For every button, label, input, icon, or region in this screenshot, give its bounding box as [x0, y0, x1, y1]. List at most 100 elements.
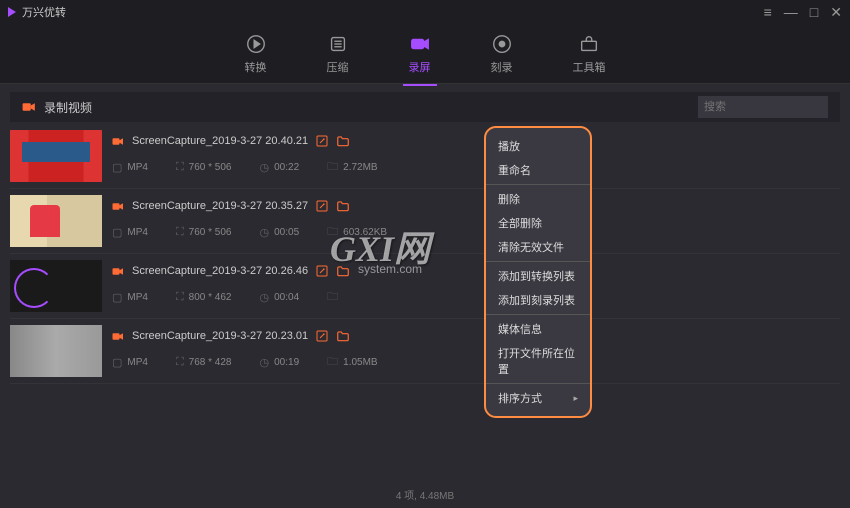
list-item[interactable]: ScreenCapture_2019-3-27 20.26.46 ▢MP4 ⛶8… [10, 254, 840, 319]
list-item[interactable]: ScreenCapture_2019-3-27 20.35.27 ▢MP4 ⛶7… [10, 189, 840, 254]
file-duration: 00:04 [274, 292, 299, 303]
ctx-open-location[interactable]: 打开文件所在位置 [486, 341, 590, 381]
resolution-icon: ⛶ [176, 291, 184, 304]
thumbnail [10, 195, 102, 247]
camera-icon [22, 102, 36, 112]
thumbnail [10, 260, 102, 312]
list-item[interactable]: ScreenCapture_2019-3-27 20.23.01 ▢MP4 ⛶7… [10, 319, 840, 384]
camera-icon [112, 202, 124, 211]
clock-icon: ◷ [260, 356, 270, 369]
maximize-button[interactable]: □ [810, 5, 818, 19]
file-resolution: 760 * 506 [189, 162, 232, 173]
ctx-separator [486, 383, 590, 384]
format-icon: ▢ [112, 291, 122, 304]
size-icon: 🗀 [327, 353, 338, 372]
file-name: ScreenCapture_2019-3-27 20.35.27 [132, 200, 308, 212]
app-logo-icon [8, 7, 16, 17]
thumbnail [10, 130, 102, 182]
ctx-add-burn[interactable]: 添加到刻录列表 [486, 288, 590, 312]
file-resolution: 768 * 428 [189, 357, 232, 368]
format-icon: ▢ [112, 226, 122, 239]
file-duration: 00:19 [274, 357, 299, 368]
minimize-button[interactable]: — [784, 5, 798, 19]
row-body: ScreenCapture_2019-3-27 20.26.46 ▢MP4 ⛶8… [112, 260, 840, 312]
ctx-delete[interactable]: 删除 [486, 187, 590, 211]
file-size: 2.72MB [343, 162, 377, 173]
nav-convert-label: 转换 [245, 59, 267, 75]
folder-icon[interactable] [336, 330, 350, 342]
subbar: 录制视频 [10, 92, 840, 122]
file-name: ScreenCapture_2019-3-27 20.26.46 [132, 265, 308, 277]
edit-icon[interactable] [316, 200, 328, 212]
nav-record[interactable]: 录屏 [409, 33, 431, 75]
folder-icon[interactable] [336, 135, 350, 147]
titlebar-left: 万兴优转 [8, 4, 66, 20]
thumbnail [10, 325, 102, 377]
compress-icon [327, 33, 349, 55]
ctx-rename[interactable]: 重命名 [486, 158, 590, 182]
nav-compress-label: 压缩 [327, 59, 349, 75]
subbar-title: 录制视频 [44, 99, 92, 116]
close-button[interactable]: ✕ [830, 5, 842, 19]
resolution-icon: ⛶ [176, 161, 184, 174]
size-icon: 🗀 [327, 223, 338, 242]
burn-icon [491, 33, 513, 55]
row-body: ScreenCapture_2019-3-27 20.35.27 ▢MP4 ⛶7… [112, 195, 840, 247]
format-icon: ▢ [112, 356, 122, 369]
list-item[interactable]: ScreenCapture_2019-3-27 20.40.21 ▢ MP4 ⛶ 7… [10, 124, 840, 189]
edit-icon[interactable] [316, 265, 328, 277]
ctx-separator [486, 261, 590, 262]
toolbox-icon [578, 33, 600, 55]
nav-toolbox-label: 工具箱 [573, 59, 606, 75]
camera-icon [112, 332, 124, 341]
nav-burn-label: 刻录 [491, 59, 513, 75]
folder-icon[interactable] [336, 200, 350, 212]
nav-burn[interactable]: 刻录 [491, 33, 513, 75]
nav-compress[interactable]: 压缩 [327, 33, 349, 75]
folder-icon[interactable] [336, 265, 350, 277]
edit-icon[interactable] [316, 135, 328, 147]
nav-record-label: 录屏 [409, 59, 431, 75]
menu-icon[interactable]: ≡ [764, 5, 772, 19]
search-input[interactable] [698, 96, 828, 118]
ctx-separator [486, 184, 590, 185]
ctx-add-convert[interactable]: 添加到转换列表 [486, 264, 590, 288]
chevron-right-icon: ▸ [573, 393, 578, 404]
ctx-sort[interactable]: 排序方式▸ [486, 386, 590, 410]
file-duration: 00:05 [274, 227, 299, 238]
format-icon: ▢ [112, 161, 122, 174]
app-title: 万兴优转 [22, 4, 66, 20]
nav-convert[interactable]: 转换 [245, 33, 267, 75]
footer-summary: 4 项, 4.48MB [0, 487, 850, 502]
file-name: ScreenCapture_2019-3-27 20.40.21 [132, 135, 308, 147]
camera-icon [112, 267, 124, 276]
edit-icon[interactable] [316, 330, 328, 342]
file-format: MP4 [127, 162, 148, 173]
file-resolution: 800 * 462 [189, 292, 232, 303]
row-body: ScreenCapture_2019-3-27 20.40.21 ▢ MP4 ⛶ 7… [112, 130, 840, 182]
ctx-media-info[interactable]: 媒体信息 [486, 317, 590, 341]
recording-list: ScreenCapture_2019-3-27 20.40.21 ▢ MP4 ⛶ 7… [10, 124, 840, 384]
ctx-delete-all[interactable]: 全部删除 [486, 211, 590, 235]
convert-icon [245, 33, 267, 55]
ctx-play[interactable]: 播放 [486, 134, 590, 158]
row-body: ScreenCapture_2019-3-27 20.23.01 ▢MP4 ⛶7… [112, 325, 840, 377]
ctx-clear-invalid[interactable]: 清除无效文件 [486, 235, 590, 259]
size-icon: 🗀 [327, 158, 338, 177]
clock-icon: ◷ [260, 161, 270, 174]
file-size: 603.62KB [343, 227, 387, 238]
size-icon: 🗀 [327, 288, 338, 307]
titlebar: 万兴优转 ≡ — □ ✕ [0, 0, 850, 24]
nav-toolbox[interactable]: 工具箱 [573, 33, 606, 75]
main-nav: 转换 压缩 录屏 刻录 工具箱 [0, 24, 850, 84]
file-resolution: 760 * 506 [189, 227, 232, 238]
camera-icon [112, 137, 124, 146]
file-size: 1.05MB [343, 357, 377, 368]
resolution-icon: ⛶ [176, 356, 184, 369]
context-menu: 播放 重命名 删除 全部删除 清除无效文件 添加到转换列表 添加到刻录列表 媒体… [484, 126, 592, 418]
file-duration: 00:22 [274, 162, 299, 173]
clock-icon: ◷ [260, 291, 270, 304]
resolution-icon: ⛶ [176, 226, 184, 239]
file-name: ScreenCapture_2019-3-27 20.23.01 [132, 330, 308, 342]
window-controls: ≡ — □ ✕ [764, 5, 842, 19]
